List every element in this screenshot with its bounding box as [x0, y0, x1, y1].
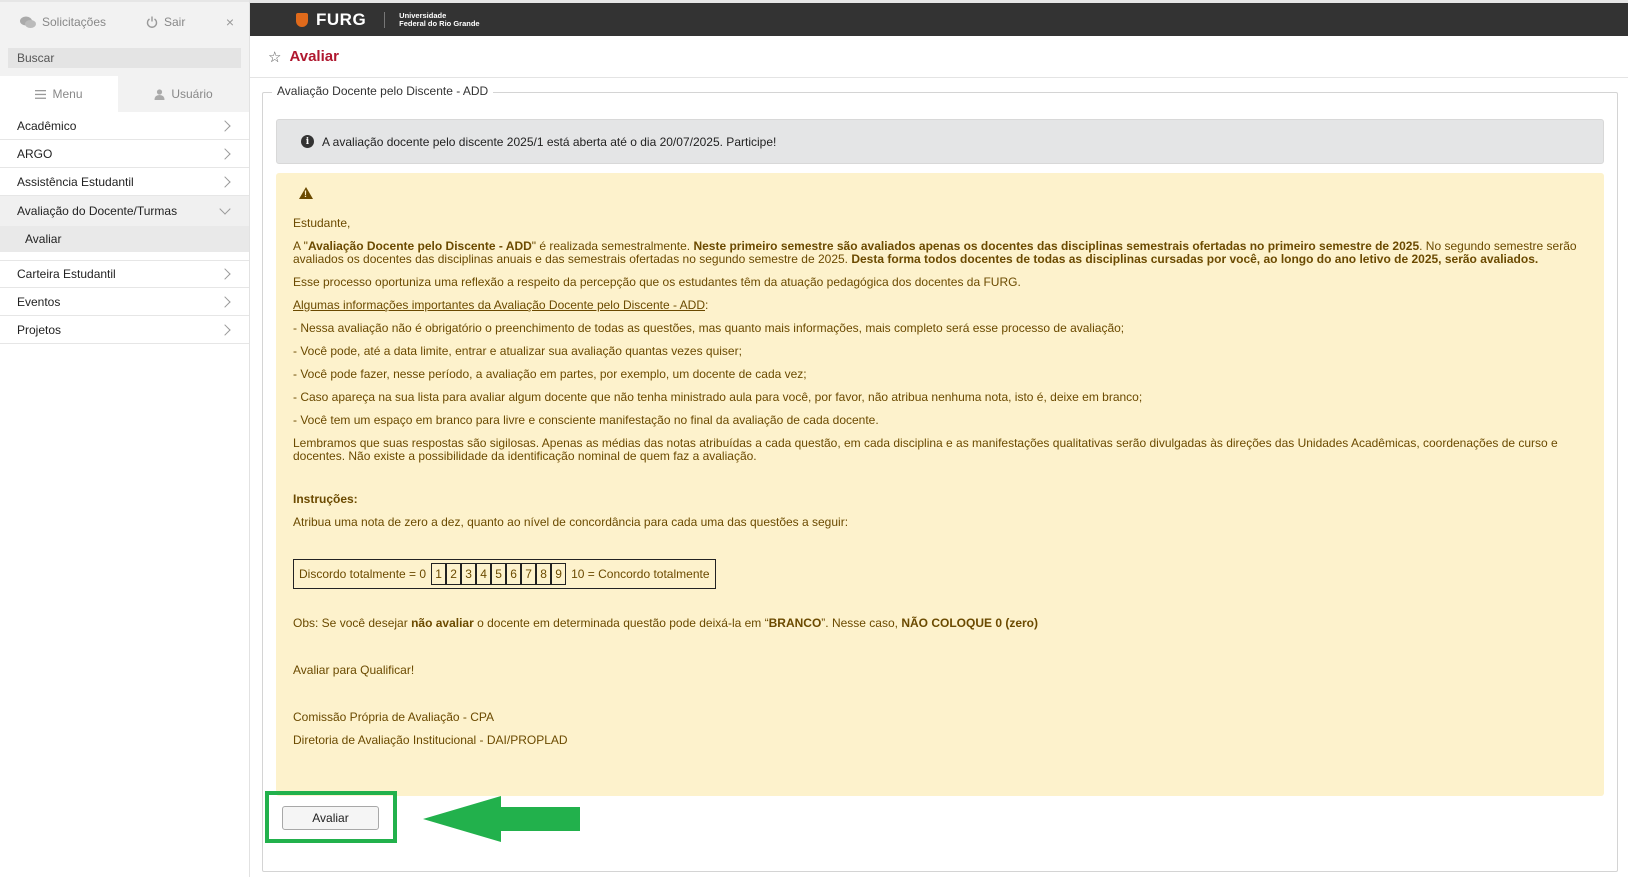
sidebar-subitem-avaliar[interactable]: Avaliar — [0, 226, 249, 252]
sidebar-tabs: Menu Usuário — [0, 76, 249, 112]
scale-number: 8 — [536, 563, 552, 585]
search-input[interactable] — [8, 48, 241, 68]
info-heading: Algumas informações importantes da Avali… — [293, 298, 709, 312]
tab-user[interactable]: Usuário — [118, 76, 249, 112]
bullet-item: - Você pode fazer, nesse período, a aval… — [293, 367, 807, 381]
sidebar-item-label: ARGO — [17, 146, 53, 161]
instructions-title: Instruções: — [293, 492, 358, 506]
scale-max-label: 10 = Concordo totalmente — [571, 566, 710, 581]
sidebar-item-label: Eventos — [17, 294, 61, 309]
bullet-item: - Você pode, até a data limite, entrar e… — [293, 344, 742, 358]
info-icon: i — [301, 135, 314, 148]
greeting: Estudante, — [293, 216, 351, 230]
sidebar-item-label: Projetos — [17, 322, 62, 337]
tab-menu[interactable]: Menu — [0, 76, 118, 112]
requests-label: Solicitações — [42, 15, 107, 29]
sidebar-item-avaliacao-docente[interactable]: Avaliação do Docente/Turmas — [0, 196, 249, 226]
chevron-right-icon — [219, 175, 231, 188]
sidebar-item-assistencia-estudantil[interactable]: Assistência Estudantil — [0, 168, 249, 196]
top-bar: FURG Universidade Federal do Rio Grande — [250, 0, 1628, 36]
scale-number: 6 — [506, 563, 522, 585]
brand-name: FURG — [316, 9, 367, 29]
power-icon — [146, 16, 158, 28]
tab-menu-label: Menu — [52, 87, 83, 101]
paragraph-process: Esse processo oportuniza uma reflexão a … — [293, 275, 1021, 289]
warning-box: ! Estudante, A "Avaliação Docente pelo D… — [276, 173, 1604, 796]
scale-number: 9 — [551, 563, 567, 585]
chevron-down-icon — [219, 203, 231, 215]
fieldset-legend: Avaliação Docente pelo Discente - ADD — [272, 84, 494, 98]
evaluation-fieldset: Avaliação Docente pelo Discente - ADD i … — [262, 84, 1618, 872]
search-wrapper — [0, 42, 249, 76]
chat-bubbles-icon — [20, 16, 36, 28]
university-line-2: Federal do Rio Grande — [399, 18, 480, 28]
chevron-right-icon — [219, 147, 231, 160]
chevron-right-icon — [219, 119, 231, 132]
instructions-text: Atribua uma nota de zero a dez, quanto a… — [293, 515, 849, 529]
paragraph-confidentiality: Lembramos que suas respostas são sigilos… — [293, 436, 1558, 463]
sidebar-subitem-label: Avaliar — [25, 232, 62, 246]
logo-divider — [384, 11, 386, 28]
page-header: ☆ Avaliar — [250, 36, 1628, 78]
star-icon[interactable]: ☆ — [268, 48, 281, 66]
sidebar-item-argo[interactable]: ARGO — [0, 140, 249, 168]
info-alert: i A avaliação docente pelo discente 2025… — [276, 119, 1604, 164]
scale-number: 7 — [521, 563, 537, 585]
sidebar-top-bar: Solicitações Sair × — [0, 0, 249, 42]
sidebar-item-label: Assistência Estudantil — [17, 174, 134, 189]
scale-numbers: 1 2 3 4 5 6 7 8 9 — [431, 560, 567, 588]
scale-min-label: Discordo totalmente = 0 — [299, 566, 427, 581]
sidebar-menu: Acadêmico ARGO Assistência Estudantil Av… — [0, 112, 249, 344]
sidebar-item-label: Carteira Estudantil — [17, 267, 116, 281]
sidebar-item-eventos[interactable]: Eventos — [0, 288, 249, 316]
signature-cpa: Comissão Própria de Avaliação - CPA — [293, 710, 494, 724]
page-title: Avaliar — [289, 48, 339, 65]
sidebar-item-label: Acadêmico — [17, 118, 77, 133]
scale-number: 3 — [461, 563, 477, 585]
evaluate-button[interactable]: Avaliar — [282, 806, 379, 830]
scale-number: 4 — [476, 563, 492, 585]
chevron-right-icon — [219, 268, 231, 280]
tab-user-label: Usuário — [171, 87, 213, 101]
info-text: A avaliação docente pelo discente 2025/1… — [322, 134, 777, 149]
rating-scale-table: Discordo totalmente = 0 1 2 3 4 5 6 7 8 … — [293, 559, 716, 589]
hamburger-icon — [35, 89, 47, 99]
sidebar-item-carteira-estudantil[interactable]: Carteira Estudantil — [0, 260, 249, 288]
scale-number: 1 — [431, 563, 447, 585]
motto: Avaliar para Qualificar! — [293, 663, 415, 677]
user-icon — [154, 88, 165, 100]
button-highlight-box: Avaliar — [265, 791, 397, 843]
sidebar-item-academico[interactable]: Acadêmico — [0, 112, 249, 140]
observation-text: Obs: Se você desejar não avaliar o docen… — [293, 616, 1039, 630]
logout-link[interactable]: Sair — [146, 15, 223, 29]
logout-label: Sair — [164, 15, 186, 29]
sidebar: Solicitações Sair × Menu U — [0, 0, 250, 877]
chevron-right-icon — [219, 295, 231, 308]
paragraph-intro: A "Avaliação Docente pelo Discente - ADD… — [293, 239, 1577, 266]
bullet-item: - Você tem um espaço em branco para livr… — [293, 413, 879, 427]
warning-icon: ! — [299, 187, 313, 199]
flame-icon — [296, 12, 308, 27]
bullet-item: - Nessa avaliação não é obrigatório o pr… — [293, 321, 1125, 335]
signature-dai: Diretoria de Avaliação Institucional - D… — [293, 733, 568, 747]
requests-link[interactable]: Solicitações — [20, 15, 146, 29]
arrow-left-icon — [423, 796, 580, 842]
furg-logo[interactable]: FURG Universidade Federal do Rio Grande — [296, 10, 480, 30]
chevron-right-icon — [219, 323, 231, 336]
scale-number: 5 — [491, 563, 507, 585]
bullet-item: - Caso apareça na sua lista para avaliar… — [293, 390, 1143, 404]
scale-number: 2 — [446, 563, 462, 585]
sidebar-item-projetos[interactable]: Projetos — [0, 316, 249, 344]
sidebar-item-label: Avaliação do Docente/Turmas — [17, 204, 178, 218]
main-content: ☆ Avaliar Avaliação Docente pelo Discent… — [250, 36, 1628, 877]
university-name: Universidade Federal do Rio Grande — [399, 11, 480, 28]
close-icon[interactable]: × — [223, 14, 237, 30]
